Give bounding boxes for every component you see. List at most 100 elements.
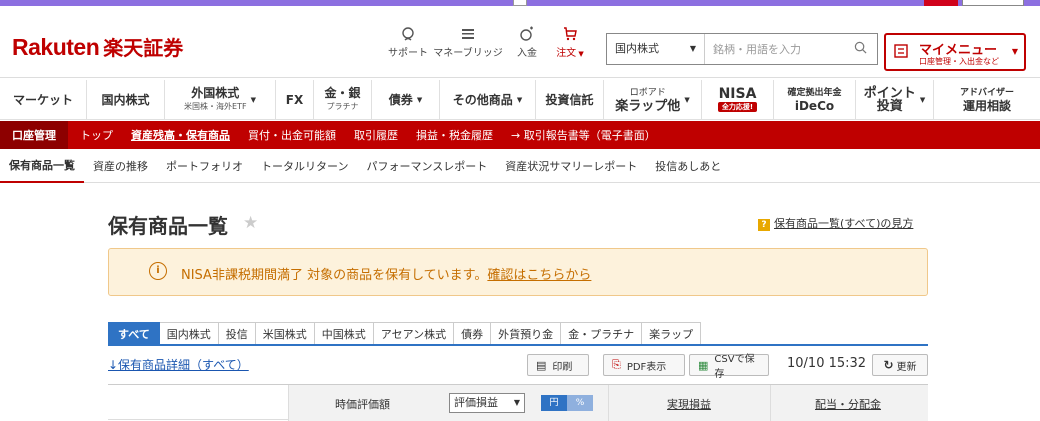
holdings-detail-link[interactable]: ↓保有商品詳細（すべて） <box>108 356 249 373</box>
main-nav: マーケット 国内株式 外国株式 米国株・海外ETF ▼ FX 金・銀 プラチナ 債券… <box>0 79 1040 120</box>
nav-point-investment[interactable]: ポイント 投資 ▼ <box>856 79 934 120</box>
mymenu-subtitle: 口座管理・入出金など <box>919 57 999 66</box>
nisa-alert: i NISA非課税期間満了 対象の商品を保有しています。確認はこちらから <box>108 248 928 296</box>
nav-investment-trusts[interactable]: 投資信託 <box>536 79 604 120</box>
account-nav-buying-power[interactable]: 買付・出金可能額 <box>239 127 345 143</box>
cart-icon <box>550 26 590 44</box>
nav-bonds[interactable]: 債券 ▼ <box>372 79 440 120</box>
search-input[interactable] <box>707 34 847 64</box>
tab-gold-platinum[interactable]: 金・プラチナ <box>561 322 643 344</box>
realized-header-cell: 実現損益 <box>608 385 770 421</box>
nav-advisor[interactable]: アドバイザー 運用相談 <box>934 80 1040 120</box>
print-button[interactable]: ▤ 印刷 <box>527 354 589 376</box>
nav-nisa[interactable]: NISA 全力応援! <box>702 79 774 120</box>
logo-jp: 楽天証券 <box>103 36 184 60</box>
chevron-down-icon: ▼ <box>416 95 423 104</box>
subnav-portfolio[interactable]: ポートフォリオ <box>157 149 252 183</box>
dividend-header-cell: 配当・分配金 <box>770 385 928 421</box>
search-box: 国内株式 ▼ <box>606 33 878 65</box>
search-icon[interactable] <box>854 41 867 54</box>
account-nav-history[interactable]: 取引履歴 <box>345 127 407 143</box>
printer-icon: ▤ <box>536 358 547 372</box>
subnav-performance-report[interactable]: パフォーマンスレポート <box>357 149 496 183</box>
order-link[interactable]: 注文 ▼ <box>550 26 590 59</box>
nav-roboadvisor[interactable]: ロボアド 楽ラップ他 ▼ <box>604 79 702 120</box>
sub-nav: 保有商品一覧 資産の推移 ポートフォリオ トータルリターン パフォーマンスレポー… <box>0 149 1040 183</box>
howto-link[interactable]: ? 保有商品一覧(すべて)の見方 <box>758 215 913 231</box>
tab-domestic-stocks[interactable]: 国内株式 <box>159 322 219 344</box>
tab-asean-stocks[interactable]: アセアン株式 <box>373 322 455 344</box>
table-header-blank <box>108 385 288 421</box>
account-icon <box>893 43 909 63</box>
tab-foreign-deposits[interactable]: 外貨預り金 <box>491 322 562 344</box>
site-header: Rakuten楽天証券 サポート マネーブリッジ 入金 注文 ▼ 国内株式 ▼ <box>0 6 1040 78</box>
tab-bonds[interactable]: 債券 <box>454 322 492 344</box>
deposit-icon <box>510 26 544 44</box>
refresh-icon: ↻ <box>883 358 894 372</box>
last-updated-time: 10/10 15:32 <box>787 356 867 371</box>
col-realized[interactable]: 実現損益 <box>667 396 711 412</box>
subnav-asset-history[interactable]: 資産の推移 <box>84 149 157 183</box>
support-link[interactable]: サポート <box>383 26 433 59</box>
favorite-star-icon[interactable]: ★ <box>243 213 258 233</box>
tab-rakuwrap[interactable]: 楽ラップ <box>642 322 702 344</box>
col-dividend[interactable]: 配当・分配金 <box>815 396 881 412</box>
mymenu-button[interactable]: マイメニュー 口座管理・入出金など ▼ <box>884 33 1026 71</box>
alert-text: NISA非課税期間満了 対象の商品を保有しています。確認はこちらから <box>181 268 592 283</box>
chevron-down-icon: ▼ <box>689 44 696 53</box>
spreadsheet-icon: ▦ <box>698 358 709 372</box>
page-title: 保有商品一覧 <box>108 214 228 238</box>
subnav-total-return[interactable]: トータルリターン <box>252 149 357 183</box>
account-bar: 口座管理 トップ 資産残高・保有商品 買付・出金可能額 取引履歴 損益・税金履歴… <box>0 121 1040 149</box>
valuation-header-cell: 時価評価額 評価損益 ▼ 円 % <box>288 385 608 421</box>
rakuten-logo[interactable]: Rakuten 楽天証券 <box>12 32 183 61</box>
subnav-summary-report[interactable]: 資産状況サマリーレポート <box>496 149 646 183</box>
info-icon: i <box>149 262 167 280</box>
tab-china-stocks[interactable]: 中国株式 <box>314 322 374 344</box>
moneybridge-link[interactable]: マネーブリッジ <box>432 26 504 59</box>
tab-all[interactable]: すべて <box>108 322 160 344</box>
order-caret-icon: ▼ <box>576 50 584 58</box>
nav-domestic-stocks[interactable]: 国内株式 <box>87 79 165 120</box>
col-valuation: 時価評価額 <box>335 398 390 411</box>
pdf-button[interactable]: ⎘ PDF表示 <box>603 354 685 376</box>
nav-market[interactable]: マーケット <box>0 79 87 120</box>
nav-other-products[interactable]: その他商品 ▼ <box>440 79 536 120</box>
subnav-fund-footprint[interactable]: 投信あしあと <box>646 149 730 183</box>
deposit-link[interactable]: 入金 <box>510 26 544 59</box>
refresh-button[interactable]: ↻ 更新 <box>872 354 928 376</box>
chevron-down-icon: ▼ <box>516 95 523 104</box>
alert-confirm-link[interactable]: 確認はこちらから <box>487 268 591 283</box>
currency-toggle[interactable]: 円 % <box>541 395 593 411</box>
chevron-down-icon: ▼ <box>1011 47 1018 56</box>
tab-us-stocks[interactable]: 米国株式 <box>255 322 315 344</box>
help-icon: ? <box>758 219 770 231</box>
nav-fx[interactable]: FX <box>276 79 314 120</box>
subnav-holdings-list[interactable]: 保有商品一覧 <box>0 149 84 183</box>
currency-yen[interactable]: 円 <box>541 395 567 411</box>
holdings-table-header: 時価評価額 評価損益 ▼ 円 % 実現損益 配当・分配金 <box>108 384 928 421</box>
nav-ideco[interactable]: 確定拠出年金 iDeCo <box>774 79 856 120</box>
currency-percent[interactable]: % <box>567 395 593 411</box>
table-divider <box>108 419 288 420</box>
account-nav-pnl-tax[interactable]: 損益・税金履歴 <box>407 127 502 143</box>
chevron-down-icon: ▼ <box>513 398 520 407</box>
nav-gold-silver[interactable]: 金・銀 プラチナ <box>314 79 372 120</box>
search-category-select[interactable]: 国内株式 ▼ <box>607 34 705 64</box>
account-nav-holdings[interactable]: 資産残高・保有商品 <box>122 127 239 143</box>
logo-en: Rakuten <box>12 34 100 60</box>
chevron-down-icon: ▼ <box>250 95 256 104</box>
account-bar-label: 口座管理 <box>0 121 68 149</box>
support-icon <box>383 26 433 44</box>
account-nav-reports[interactable]: → 取引報告書等（電子書面） <box>502 127 665 143</box>
bank-icon <box>432 26 504 44</box>
category-tabs: すべて 国内株式 投信 米国株式 中国株式 アセアン株式 債券 外貨預り金 金・… <box>108 322 928 346</box>
account-nav-top[interactable]: トップ <box>68 127 122 143</box>
chevron-down-icon: ▼ <box>919 95 926 104</box>
chevron-down-icon: ▼ <box>684 95 690 104</box>
nisa-badge: 全力応援! <box>717 101 758 112</box>
pnl-select[interactable]: 評価損益 ▼ <box>449 393 525 413</box>
tab-investment-trusts[interactable]: 投信 <box>218 322 256 344</box>
nav-foreign-stocks[interactable]: 外国株式 米国株・海外ETF ▼ <box>165 79 276 120</box>
csv-button[interactable]: ▦ CSVで保存 <box>689 354 769 380</box>
